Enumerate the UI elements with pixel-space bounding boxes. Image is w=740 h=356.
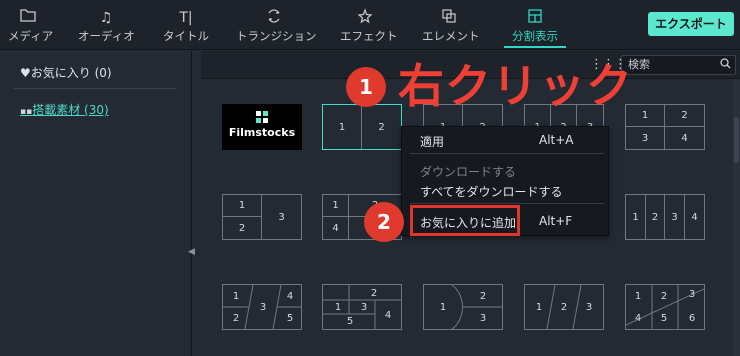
- tab-label: トランジション: [236, 29, 317, 43]
- split-template-thumbnail[interactable]: 1 2 3: [222, 194, 302, 240]
- step-badge-1: 1: [346, 67, 386, 107]
- tab-label: オーディオ: [78, 29, 135, 43]
- favorites-item[interactable]: ♥お気に入り (0): [20, 64, 112, 81]
- split-cell: 3: [665, 195, 685, 239]
- split-cell: 4: [384, 309, 392, 321]
- split-cell: 3: [360, 301, 368, 313]
- category-label: 搭載素材 (30): [32, 103, 109, 117]
- collapse-panel-arrow-icon[interactable]: ◀: [188, 247, 195, 257]
- top-toolbar: メディア ♫ オーディオ T| タイトル トランジション エフェクト エレメント…: [0, 0, 740, 50]
- split-template-thumbnail[interactable]: 1 2: [322, 104, 402, 150]
- split-template-thumbnail[interactable]: 1 2 3 4: [625, 104, 705, 150]
- tab-audio[interactable]: ♫ オーディオ: [78, 8, 135, 48]
- split-cell: 3: [585, 301, 593, 313]
- split-cell: 1: [232, 290, 240, 302]
- split-cell: 3: [479, 312, 487, 324]
- split-cell: 3: [688, 288, 696, 300]
- split-template-thumbnail[interactable]: 1 2 3: [423, 284, 503, 330]
- menu-item-download[interactable]: ダウンロードする: [420, 163, 516, 180]
- effect-star-icon: [340, 8, 390, 28]
- menu-item-apply[interactable]: 適用: [420, 133, 444, 150]
- menu-separator: [410, 153, 604, 154]
- menu-shortcut: Alt+A: [539, 133, 574, 147]
- split-cell: 2: [479, 290, 487, 302]
- split-cell: 4: [681, 132, 688, 144]
- tab-label: エレメント: [422, 29, 480, 43]
- split-cell: 1: [223, 195, 262, 217]
- left-panel: ♥お気に入り (0) ▪▪搭載素材 (30) ◀: [0, 51, 195, 356]
- search-input[interactable]: 検索: [621, 55, 736, 75]
- split-cell: 2: [646, 195, 665, 239]
- filmstocks-logo-icon: [256, 111, 268, 123]
- split-cell: 2: [378, 121, 385, 133]
- split-template-thumbnail[interactable]: 1 2 3 4 5 6: [625, 284, 705, 330]
- split-cell: 2: [660, 290, 668, 302]
- tab-split-screen[interactable]: 分割表示: [504, 8, 566, 48]
- split-cell: 6: [688, 312, 696, 324]
- tab-label: メディア: [8, 29, 54, 43]
- search-icon[interactable]: [720, 57, 731, 75]
- split-screen-icon: [504, 8, 566, 28]
- transition-icon: [236, 8, 312, 28]
- tab-label: タイトル: [163, 29, 209, 43]
- split-cell: 1: [439, 301, 447, 313]
- vertical-scrollbar[interactable]: [733, 79, 740, 356]
- split-cell: 2: [665, 105, 704, 127]
- split-cell: 4: [634, 312, 642, 324]
- split-cell: 1: [626, 195, 646, 239]
- split-template-thumbnail[interactable]: 1 2 3 4 5: [222, 284, 302, 330]
- scrollbar-thumb[interactable]: [734, 117, 739, 163]
- tab-label: エフェクト: [340, 29, 398, 43]
- app-window: メディア ♫ オーディオ T| タイトル トランジション エフェクト エレメント…: [0, 0, 740, 356]
- element-squares-icon: [422, 8, 476, 28]
- music-note-icon: ♫: [99, 10, 113, 26]
- split-cell: 1: [323, 195, 349, 217]
- split-cell: 4: [323, 217, 349, 239]
- folder-icon: [8, 8, 48, 28]
- split-cell: 3: [278, 211, 285, 223]
- grid-icon: ▪▪: [20, 107, 33, 117]
- split-cell: 2: [560, 301, 568, 313]
- split-cell: 2: [223, 217, 262, 239]
- filmstocks-label: Filmstocks: [228, 126, 296, 139]
- split-cell: 4: [286, 290, 294, 302]
- filmstocks-thumbnail[interactable]: Filmstocks: [222, 104, 302, 150]
- title-text-icon: T|: [179, 10, 193, 26]
- split-cell: 1: [334, 301, 342, 313]
- split-cell: 3: [626, 127, 665, 149]
- tab-label: 分割表示: [512, 29, 558, 43]
- split-cell: 1: [634, 290, 642, 302]
- split-cell: 5: [660, 312, 668, 324]
- split-cell: 1: [323, 105, 362, 149]
- category-item-builtin[interactable]: ▪▪搭載素材 (30): [20, 101, 109, 118]
- split-cell: 5: [286, 312, 294, 324]
- split-cell: 2: [232, 312, 240, 324]
- menu-separator: [410, 203, 604, 204]
- split-cell: 2: [370, 287, 378, 299]
- tab-effect[interactable]: エフェクト: [340, 8, 398, 48]
- highlight-box: [410, 205, 520, 236]
- annotation-right-click: 右クリック: [398, 59, 633, 113]
- step-badge-2: 2: [364, 202, 404, 242]
- tab-title[interactable]: T| タイトル: [162, 8, 210, 48]
- split-cell: 5: [346, 315, 354, 327]
- tab-media[interactable]: メディア: [8, 8, 54, 48]
- tab-transition[interactable]: トランジション: [236, 8, 317, 48]
- divider: [14, 88, 176, 89]
- split-cell: 4: [691, 211, 698, 223]
- export-button[interactable]: エクスポート: [648, 12, 734, 36]
- split-cell: 3: [259, 301, 267, 313]
- tab-element[interactable]: エレメント: [422, 8, 480, 48]
- split-cell: 1: [535, 301, 543, 313]
- split-template-thumbnail[interactable]: 1 2 3 4: [625, 194, 705, 240]
- menu-item-download-all[interactable]: すべてをダウンロードする: [420, 183, 562, 200]
- split-template-thumbnail[interactable]: 1 2 3: [524, 284, 604, 330]
- active-tab-indicator: [504, 46, 566, 48]
- menu-shortcut: Alt+F: [539, 214, 573, 228]
- split-template-thumbnail[interactable]: 1 2 3 4 5: [322, 284, 402, 330]
